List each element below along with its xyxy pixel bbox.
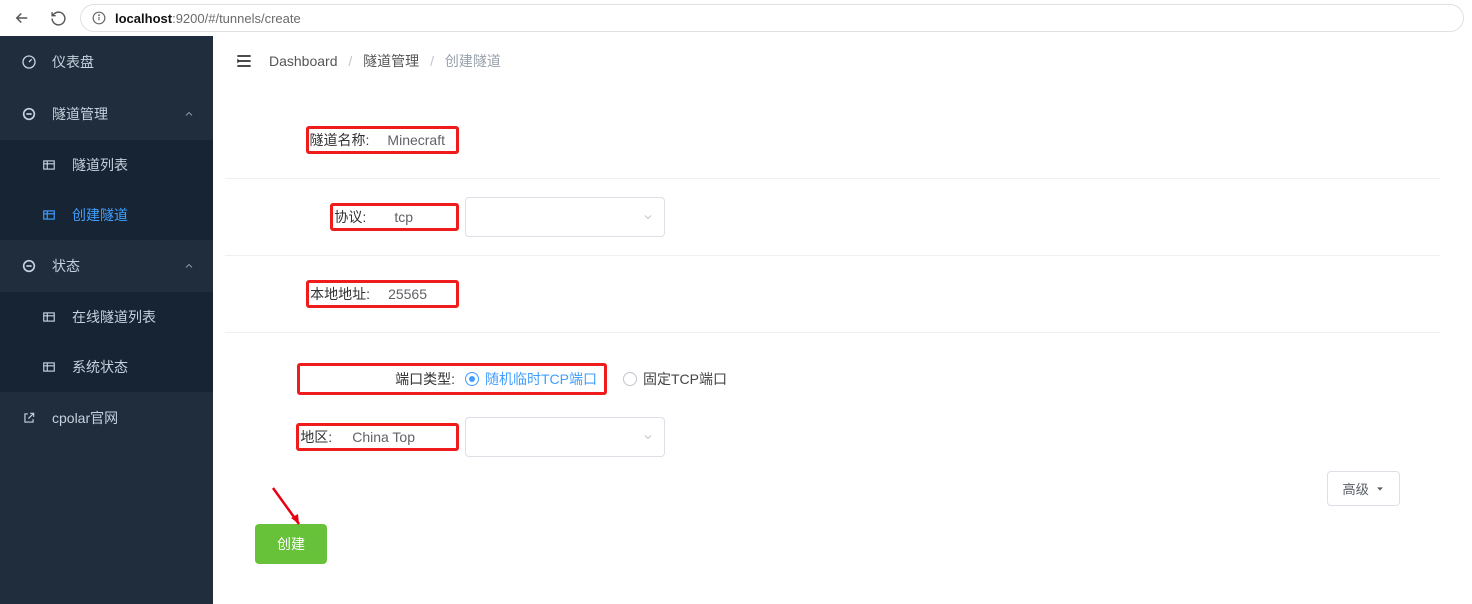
table-icon (40, 206, 58, 224)
sidebar-item-system-status[interactable]: 系统状态 (0, 342, 213, 392)
radio-label: 随机临时TCP端口 (485, 369, 597, 389)
sidebar-item-label: 创建隧道 (72, 205, 128, 225)
sidebar: 仪表盘 隧道管理 隧道列表 创建隧道 (0, 36, 213, 604)
chevron-down-icon (642, 431, 654, 443)
field-value-preview: 25565 (388, 286, 455, 302)
annotation-arrow-icon (269, 484, 309, 534)
field-label: 协议: (334, 207, 394, 227)
back-button[interactable] (8, 4, 36, 32)
radio-port-random[interactable]: 随机临时TCP端口 (465, 369, 597, 389)
field-label: 本地地址: (310, 284, 388, 304)
table-icon (40, 358, 58, 376)
radio-label: 固定TCP端口 (643, 369, 727, 389)
row-create: 创建 (225, 524, 1440, 564)
address-bar[interactable]: localhost:9200/#/tunnels/create (80, 4, 1464, 32)
reload-button[interactable] (44, 4, 72, 32)
row-port-type: 端口类型: 随机临时TCP端口 固定TCP端口 (225, 355, 1440, 403)
sidebar-item-tunnel-list[interactable]: 隧道列表 (0, 140, 213, 190)
region-select[interactable]: China Top (465, 417, 665, 457)
sidebar-item-online-tunnels[interactable]: 在线隧道列表 (0, 292, 213, 342)
sidebar-submenu-status: 在线隧道列表 系统状态 (0, 292, 213, 392)
chevron-up-icon (183, 108, 195, 120)
status-icon (20, 257, 38, 275)
sidebar-item-tunnel-management[interactable]: 隧道管理 (0, 88, 213, 140)
caret-down-icon (1375, 484, 1385, 494)
field-label: 隧道名称: (310, 130, 388, 150)
breadcrumb-item[interactable]: 隧道管理 (363, 53, 419, 69)
table-icon (40, 308, 58, 326)
info-icon (91, 10, 107, 26)
button-label: 创建 (277, 536, 305, 552)
table-icon (40, 156, 58, 174)
url-text: localhost:9200/#/tunnels/create (115, 11, 301, 26)
tunnel-icon (20, 105, 38, 123)
highlight-port-random: 随机临时TCP端口 (307, 369, 597, 389)
row-protocol: 协议: tcp tcp (225, 183, 1440, 251)
menu-fold-icon (234, 51, 254, 71)
breadcrumb-item-current: 创建隧道 (445, 53, 501, 69)
row-region: 地区: China Top China Top (225, 403, 1440, 471)
external-link-icon (20, 409, 38, 427)
radio-dot-icon (465, 372, 479, 386)
browser-toolbar: localhost:9200/#/tunnels/create (0, 0, 1472, 36)
sidebar-item-label: 系统状态 (72, 357, 128, 377)
sidebar-item-label: 仪表盘 (52, 52, 94, 72)
radio-dot-icon (623, 372, 637, 386)
row-advanced: 高级 (225, 471, 1440, 524)
breadcrumb-item[interactable]: Dashboard (269, 53, 338, 69)
sidebar-item-tunnel-create[interactable]: 创建隧道 (0, 190, 213, 240)
chevron-down-icon (642, 211, 654, 223)
main-area: Dashboard / 隧道管理 / 创建隧道 隧道名称: Minecraft (213, 36, 1472, 604)
sidebar-item-label: 隧道管理 (52, 104, 108, 124)
breadcrumb-separator: / (430, 53, 434, 69)
button-label: 高级 (1342, 479, 1369, 498)
sidebar-item-status[interactable]: 状态 (0, 240, 213, 292)
field-value-preview: Minecraft (387, 132, 455, 148)
topbar: Dashboard / 隧道管理 / 创建隧道 (213, 36, 1472, 86)
radio-port-fixed[interactable]: 固定TCP端口 (623, 369, 727, 389)
sidebar-item-label: 状态 (52, 256, 80, 276)
highlight-tunnel-name: 隧道名称: Minecraft (310, 130, 455, 150)
protocol-select[interactable]: tcp (465, 197, 665, 237)
highlight-protocol: 协议: tcp (334, 207, 455, 227)
highlight-region: 地区: China Top (300, 427, 455, 447)
arrow-left-icon (13, 9, 31, 27)
field-value-preview: tcp (394, 209, 455, 225)
row-local-address: 本地地址: 25565 (225, 260, 1440, 328)
dashboard-icon (20, 53, 38, 71)
sidebar-item-label: cpolar官网 (52, 408, 118, 428)
sidebar-item-label: 在线隧道列表 (72, 307, 156, 327)
row-tunnel-name: 隧道名称: Minecraft (225, 106, 1440, 174)
field-label: 地区: (300, 427, 352, 447)
field-value-preview: China Top (352, 429, 455, 445)
breadcrumb-separator: / (348, 53, 352, 69)
form-content: 隧道名称: Minecraft 协议: tcp (213, 86, 1472, 604)
sidebar-item-label: 隧道列表 (72, 155, 128, 175)
chevron-up-icon (183, 260, 195, 272)
sidebar-submenu-tunnels: 隧道列表 创建隧道 (0, 140, 213, 240)
collapse-sidebar-button[interactable] (233, 50, 255, 72)
breadcrumb: Dashboard / 隧道管理 / 创建隧道 (269, 51, 501, 71)
advanced-button[interactable]: 高级 (1327, 471, 1400, 506)
sidebar-item-cpolar-site[interactable]: cpolar官网 (0, 392, 213, 444)
reload-icon (50, 10, 67, 27)
sidebar-item-dashboard[interactable]: 仪表盘 (0, 36, 213, 88)
highlight-local-address: 本地地址: 25565 (310, 284, 455, 304)
